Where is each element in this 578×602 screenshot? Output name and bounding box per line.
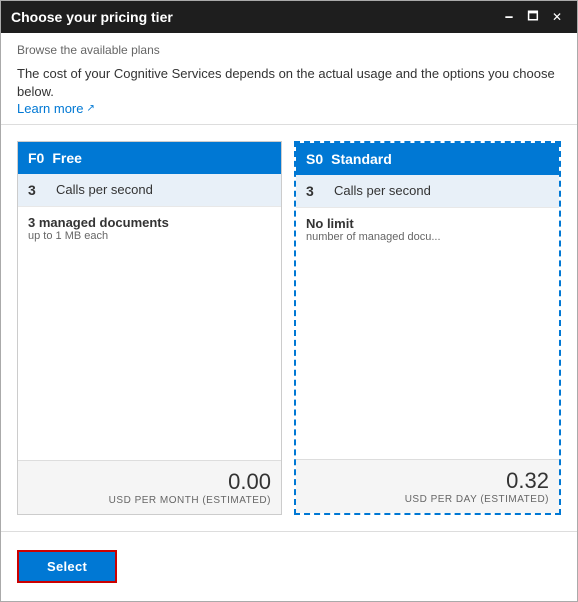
pricing-tier-window: Choose your pricing tier 🗕 🗖 ✕ Browse th… [0,0,578,602]
footer-section: Select [1,531,577,601]
plan-footer-f0: 0.00 USD PER MONTH (ESTIMATED) [18,460,281,514]
plan-feature-row-s0: 3 Calls per second [296,175,559,208]
learn-more-label: Learn more [17,101,83,116]
plan-body-f0: 3 Calls per second 3 managed documents u… [18,174,281,460]
header-section: Browse the available plans The cost of y… [1,33,577,125]
empty-space-s0 [296,342,559,459]
window-subtitle: Browse the available plans [17,43,561,57]
plan-header-s0: S0 Standard [296,143,559,175]
info-text: The cost of your Cognitive Services depe… [17,65,561,101]
plan-name-f0: Free [52,150,82,166]
plan-detail-row-f0: 3 managed documents up to 1 MB each [18,207,281,341]
minimize-button[interactable]: 🗕 [499,7,519,27]
price-amount-f0: 0.00 [28,469,271,495]
learn-more-link[interactable]: Learn more ↗ [17,101,95,116]
window-content: Browse the available plans The cost of y… [1,33,577,601]
detail-sub-f0: up to 1 MB each [28,230,271,242]
plan-feature-row-f0: 3 Calls per second [18,174,281,207]
close-button[interactable]: ✕ [547,7,567,27]
price-unit-s0: USD PER DAY (ESTIMATED) [306,494,549,505]
price-amount-s0: 0.32 [306,468,549,494]
feature-label-s0: Calls per second [334,183,431,198]
plan-code-f0: F0 [28,150,44,166]
feature-value-f0: 3 [28,182,48,198]
external-link-icon: ↗ [86,103,94,114]
plan-footer-s0: 0.32 USD PER DAY (ESTIMATED) [296,459,559,513]
window-title: Choose your pricing tier [11,9,499,25]
plan-card-f0[interactable]: F0 Free 3 Calls per second 3 managed doc… [17,141,282,515]
maximize-button[interactable]: 🗖 [523,7,543,27]
detail-sub-s0: number of managed docu... [306,231,549,243]
feature-label-f0: Calls per second [56,182,153,197]
detail-value-s0: No limit [306,216,549,231]
plan-name-s0: Standard [331,151,392,167]
select-button[interactable]: Select [17,550,117,583]
window-controls: 🗕 🗖 ✕ [499,7,567,27]
plan-card-s0[interactable]: S0 Standard 3 Calls per second No limit … [294,141,561,515]
plan-detail-row-s0: No limit number of managed docu... [296,208,559,341]
feature-value-s0: 3 [306,183,326,199]
plan-header-f0: F0 Free [18,142,281,174]
plan-code-s0: S0 [306,151,323,167]
plans-section: F0 Free 3 Calls per second 3 managed doc… [1,125,577,531]
price-unit-f0: USD PER MONTH (ESTIMATED) [28,495,271,506]
detail-value-f0: 3 managed documents [28,215,271,230]
title-bar: Choose your pricing tier 🗕 🗖 ✕ [1,1,577,33]
plan-body-s0: 3 Calls per second No limit number of ma… [296,175,559,459]
empty-space-f0 [18,342,281,460]
